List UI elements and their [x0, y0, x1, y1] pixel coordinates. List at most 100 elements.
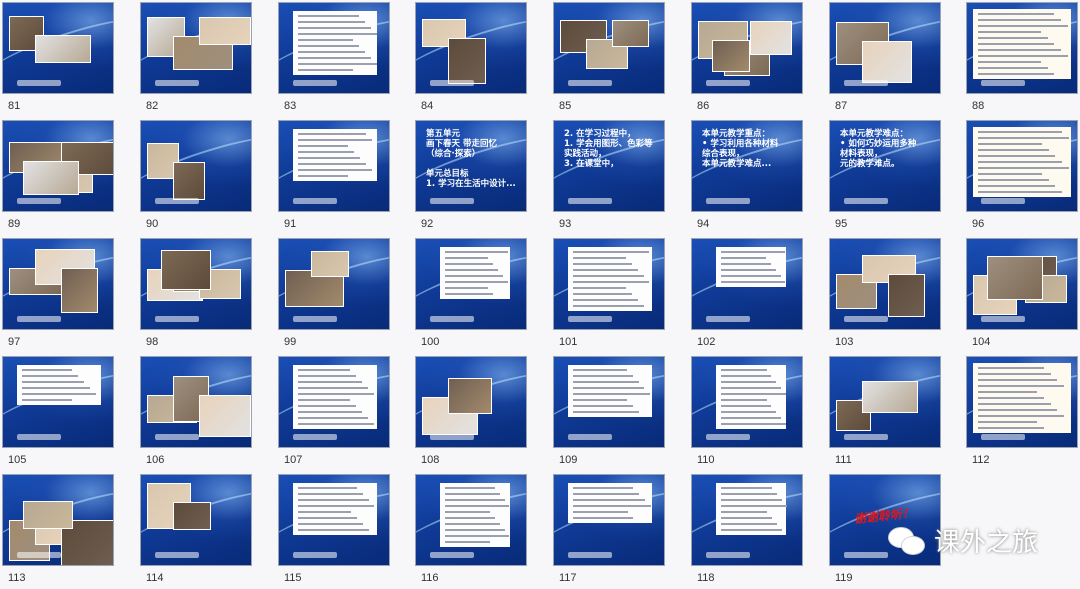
slide-thumbnail[interactable]: [691, 474, 803, 566]
slide-thumbnail-cell[interactable]: 115: [278, 474, 410, 589]
slide-thumbnail[interactable]: [140, 474, 252, 566]
slide-footer-logo: [155, 316, 199, 322]
slide-thumbnail[interactable]: [2, 2, 114, 94]
slide-thumbnail-cell[interactable]: 99: [278, 238, 410, 353]
slide-thumbnail[interactable]: [140, 120, 252, 212]
slide-thumbnail-cell[interactable]: 112: [966, 356, 1080, 471]
slide-thumbnail-cell[interactable]: 114: [140, 474, 272, 589]
slide-thumbnail-cell[interactable]: 111: [829, 356, 961, 471]
slide-thumbnail[interactable]: [829, 2, 941, 94]
slide-thumbnail[interactable]: 本单元教学重点： • 学习利用各种材料 综合表现， 本单元教学难点...: [691, 120, 803, 212]
slide-text-box: [293, 11, 377, 75]
slide-thumbnail-cell[interactable]: 82: [140, 2, 272, 117]
slide-thumbnail-cell[interactable]: 89: [2, 120, 134, 235]
slide-thumbnail[interactable]: 2. 在学习过程中， 1. 学会用图形、色彩等 实践活动， 3. 在课堂中，: [553, 120, 665, 212]
slide-photo: [612, 20, 649, 47]
slide-thumbnail[interactable]: [966, 2, 1078, 94]
slide-thumbnail[interactable]: [829, 238, 941, 330]
slide-thumbnail-cell[interactable]: 118: [691, 474, 823, 589]
slide-thumbnail[interactable]: [140, 238, 252, 330]
slide-thumbnail-cell[interactable]: 81: [2, 2, 134, 117]
slide-footer-logo: [430, 198, 474, 204]
slide-thumbnail[interactable]: [966, 238, 1078, 330]
slide-thumbnail[interactable]: [278, 356, 390, 448]
slide-thumbnail[interactable]: [691, 356, 803, 448]
slide-thumbnail-cell[interactable]: 90: [140, 120, 272, 235]
slide-thumbnail-cell[interactable]: 108: [415, 356, 547, 471]
slide-thumbnail-cell[interactable]: 105: [2, 356, 134, 471]
slide-thumbnail[interactable]: [829, 356, 941, 448]
slide-thumbnail[interactable]: [2, 238, 114, 330]
slide-thumbnail-cell[interactable]: 91: [278, 120, 410, 235]
slide-number: 115: [284, 572, 302, 584]
slide-thumbnail-cell[interactable]: 96: [966, 120, 1080, 235]
slide-thumbnail-cell[interactable]: 2. 在学习过程中， 1. 学会用图形、色彩等 实践活动， 3. 在课堂中， 93: [553, 120, 685, 235]
slide-thumbnail[interactable]: [278, 474, 390, 566]
slide-footer-logo: [706, 552, 750, 558]
slide-thumbnail[interactable]: 本单元教学难点： • 如何巧妙运用多种 材料表现， 元的教学难点。: [829, 120, 941, 212]
slide-thumbnail-cell[interactable]: 83: [278, 2, 410, 117]
slide-thumbnail-cell[interactable]: 98: [140, 238, 272, 353]
slide-thumbnail-cell[interactable]: 116: [415, 474, 547, 589]
slide-thumbnail[interactable]: [278, 2, 390, 94]
slide-thumbnail-cell[interactable]: 113: [2, 474, 134, 589]
slide-thumbnail[interactable]: [691, 238, 803, 330]
slide-thumbnail-cell[interactable]: 87: [829, 2, 961, 117]
slide-text-box: [716, 483, 787, 535]
slide-thumbnail-cell[interactable]: 第五单元 画下春天 带走回忆 （综合·探索） 单元总目标 1. 学习在生活中设计…: [415, 120, 547, 235]
slide-thumbnail[interactable]: [278, 238, 390, 330]
slide-thumbnail[interactable]: [966, 120, 1078, 212]
slide-thumbnail[interactable]: [415, 474, 527, 566]
slide-number: 82: [146, 100, 159, 112]
slide-number: 114: [146, 572, 164, 584]
slide-thumbnail[interactable]: [415, 238, 527, 330]
slide-footer-logo: [293, 434, 337, 440]
slide-thumbnail[interactable]: [2, 474, 114, 566]
slide-thumbnail[interactable]: [140, 2, 252, 94]
slide-number: 88: [972, 100, 985, 112]
slide-photo: [23, 501, 73, 529]
slide-thumbnail[interactable]: [415, 2, 527, 94]
slide-footer-logo: [430, 80, 474, 86]
slide-thumbnail-cell[interactable]: 102: [691, 238, 823, 353]
slide-thumbnail-cell[interactable]: 97: [2, 238, 134, 353]
slide-number: 92: [421, 218, 434, 230]
slide-thumbnail-cell[interactable]: 109: [553, 356, 685, 471]
slide-footer-logo: [706, 80, 750, 86]
slide-thumbnail[interactable]: 第五单元 画下春天 带走回忆 （综合·探索） 单元总目标 1. 学习在生活中设计…: [415, 120, 527, 212]
slide-thumbnail-cell[interactable]: 107: [278, 356, 410, 471]
slide-thumbnail-cell[interactable]: 117: [553, 474, 685, 589]
slide-thumbnail[interactable]: [966, 356, 1078, 448]
slide-thumbnail-cell[interactable]: 85: [553, 2, 685, 117]
slide-thumbnail[interactable]: [2, 120, 114, 212]
slide-footer-logo: [706, 198, 750, 204]
slide-thumbnail-cell[interactable]: 88: [966, 2, 1080, 117]
slide-number: 97: [8, 336, 21, 348]
slide-thumbnail[interactable]: [553, 474, 665, 566]
slide-thumbnail[interactable]: [553, 2, 665, 94]
slide-thumbnail-cell[interactable]: 110: [691, 356, 823, 471]
slide-footer-logo: [430, 434, 474, 440]
slide-thumbnail-cell[interactable]: 本单元教学重点： • 学习利用各种材料 综合表现， 本单元教学难点... 94: [691, 120, 823, 235]
slide-photo: [35, 35, 91, 63]
slide-text-box: [716, 365, 787, 429]
slide-text-box: [973, 127, 1071, 197]
slide-number: 117: [559, 572, 577, 584]
slide-number: 87: [835, 100, 848, 112]
slide-thumbnail-cell[interactable]: 103: [829, 238, 961, 353]
slide-thumbnail-cell[interactable]: 101: [553, 238, 685, 353]
slide-thumbnail[interactable]: [691, 2, 803, 94]
slide-thumbnail[interactable]: [278, 120, 390, 212]
slide-thumbnail-cell[interactable]: 100: [415, 238, 547, 353]
slide-thumbnail-cell[interactable]: 106: [140, 356, 272, 471]
slide-thumbnail[interactable]: [140, 356, 252, 448]
slide-thumbnail-cell[interactable]: 86: [691, 2, 823, 117]
slide-thumbnail[interactable]: [2, 356, 114, 448]
slide-thumbnail[interactable]: [415, 356, 527, 448]
slide-thumbnail-cell[interactable]: 84: [415, 2, 547, 117]
slide-thumbnail-cell[interactable]: 本单元教学难点： • 如何巧妙运用多种 材料表现， 元的教学难点。 95: [829, 120, 961, 235]
slide-photo: [173, 162, 205, 200]
slide-thumbnail[interactable]: [553, 356, 665, 448]
slide-thumbnail[interactable]: [553, 238, 665, 330]
slide-thumbnail-cell[interactable]: 104: [966, 238, 1080, 353]
